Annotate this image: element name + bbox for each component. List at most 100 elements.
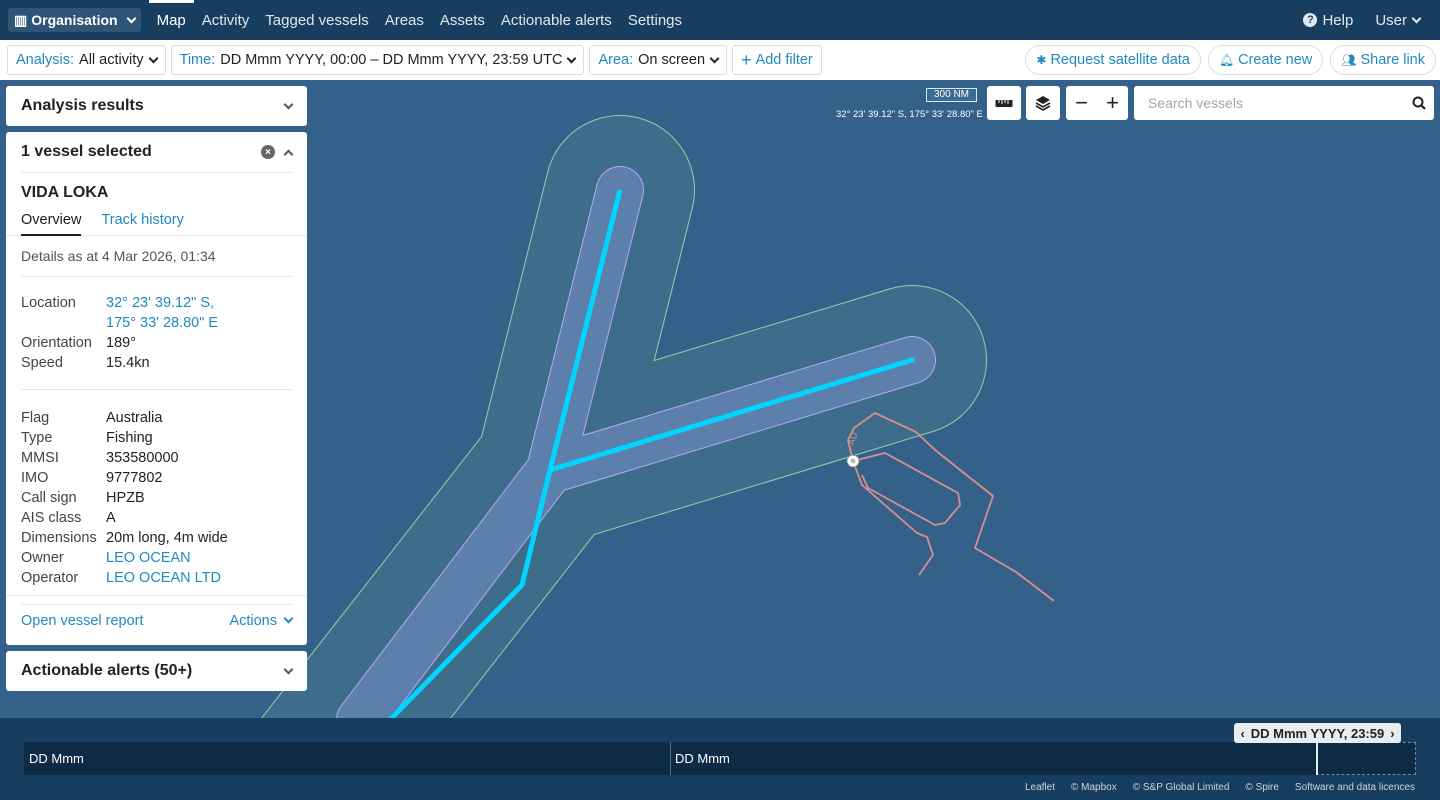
add-filter-button[interactable]: + Add filter	[732, 45, 822, 75]
nav-link-actionable-alerts[interactable]: Actionable alerts	[493, 0, 620, 40]
actions-label: Actions	[229, 612, 277, 629]
timeline-divider	[670, 742, 671, 775]
create-new-label: Create new	[1238, 52, 1313, 68]
vessel-selected-header[interactable]: 1 vessel selected ×	[6, 132, 307, 172]
request-satellite-data-button[interactable]: ✱ Request satellite data	[1025, 45, 1201, 75]
actions-dropdown[interactable]: Actions	[229, 612, 294, 629]
location-link[interactable]: 32° 23' 39.12" S, 175° 33' 28.80" E	[106, 293, 218, 333]
detail-value: 15.4kn	[106, 355, 150, 371]
detail-row-mmsi: MMSI 353580000	[21, 448, 292, 468]
detail-key: Owner	[21, 550, 64, 566]
open-vessel-report-link[interactable]: Open vessel report	[21, 613, 144, 629]
timeline-current-marker	[1316, 743, 1318, 775]
users-icon: 👥︎	[1341, 53, 1357, 67]
nav-link-areas[interactable]: Areas	[377, 0, 432, 40]
detail-row-dimensions: Dimensions 20m long, 4m wide	[21, 528, 292, 548]
operator-link[interactable]: LEO OCEAN LTD	[106, 568, 221, 588]
detail-value: 189°	[106, 335, 136, 351]
nav-link-activity[interactable]: Activity	[194, 0, 258, 40]
attribution-sp-global[interactable]: © S&P Global Limited	[1133, 782, 1230, 793]
detail-key: Speed	[21, 355, 63, 371]
tab-overview[interactable]: Overview	[21, 212, 82, 236]
details-timestamp: Details as at 4 Mar 2026, 01:34	[21, 236, 292, 277]
chevron-down-icon	[148, 53, 158, 63]
share-link-label: Share link	[1360, 52, 1425, 68]
timeline-bar: DD Mmm DD Mmm ‹ DD Mmm YYYY, 23:59 › Lea…	[0, 718, 1440, 800]
area-filter-value: On screen	[638, 52, 706, 68]
chevron-up-icon[interactable]	[283, 149, 294, 159]
measure-button[interactable]	[987, 86, 1021, 120]
chevron-down-icon	[283, 613, 294, 624]
timeline-handle[interactable]: ‹ DD Mmm YYYY, 23:59 ›	[1234, 723, 1401, 743]
map-scale: 300 NM	[926, 88, 977, 102]
chevron-right-icon[interactable]: ›	[1390, 726, 1394, 741]
create-new-button[interactable]: 🔔︎ Create new	[1207, 45, 1324, 75]
analysis-filter[interactable]: Analysis: All activity	[7, 45, 166, 75]
help-icon: ?	[1303, 13, 1318, 27]
time-filter[interactable]: Time: DD Mmm YYYY, 00:00 – DD Mmm YYYY, …	[170, 45, 585, 75]
help-label: Help	[1322, 11, 1354, 29]
detail-key: Orientation	[21, 335, 92, 351]
organisation-label: Organisation	[31, 12, 118, 28]
vessel-position-group: Location 32° 23' 39.12" S, 175° 33' 28.8…	[21, 277, 292, 390]
detail-value: Fishing	[106, 430, 153, 446]
zoom-out-button[interactable]: −	[1066, 86, 1097, 120]
timeline-track[interactable]: DD Mmm DD Mmm	[24, 742, 1416, 775]
analysis-filter-value: All activity	[79, 52, 144, 68]
layers-button[interactable]	[1026, 86, 1060, 120]
owner-link[interactable]: LEO OCEAN	[106, 548, 191, 568]
nav-link-map[interactable]: Map	[148, 0, 194, 40]
help-link[interactable]: ? Help	[1303, 12, 1353, 29]
vessel-search	[1134, 86, 1434, 120]
nav-link-settings[interactable]: Settings	[620, 0, 690, 40]
attribution-mapbox[interactable]: © Mapbox	[1071, 782, 1117, 793]
detail-key: Operator	[21, 570, 79, 586]
vessel-selected-panel: 1 vessel selected × VIDA LOKA Overview T…	[6, 132, 307, 645]
time-filter-label: Time:	[179, 52, 216, 68]
search-icon[interactable]	[1404, 96, 1434, 110]
tab-track-history[interactable]: Track history	[101, 212, 183, 236]
detail-value: 9777802	[106, 470, 163, 486]
detail-key: Call sign	[21, 490, 77, 506]
detail-value: Australia	[106, 410, 163, 426]
main-nav-links: Map Activity Tagged vessels Areas Assets…	[148, 0, 690, 40]
detail-key: Dimensions	[21, 530, 97, 546]
area-filter[interactable]: Area: On screen	[589, 45, 728, 75]
detail-value: A	[106, 510, 116, 526]
attribution-leaflet[interactable]: Leaflet	[1025, 782, 1055, 793]
chevron-left-icon[interactable]: ‹	[1240, 726, 1244, 741]
attribution-spire[interactable]: © Spire	[1245, 782, 1279, 793]
building-icon: ▥	[14, 11, 28, 28]
detail-row-orientation: Orientation 189°	[21, 333, 292, 353]
search-input[interactable]	[1148, 87, 1404, 119]
analysis-filter-label: Analysis:	[16, 52, 75, 68]
timeline-label-start: DD Mmm	[29, 751, 84, 766]
vessel-marker-dot	[850, 458, 856, 464]
location-lon: 175° 33' 28.80" E	[106, 315, 219, 331]
detail-value: 20m long, 4m wide	[106, 530, 228, 546]
user-menu[interactable]: User	[1375, 12, 1422, 29]
analysis-results-header[interactable]: Analysis results	[6, 86, 307, 126]
share-link-button[interactable]: 👥︎ Share link	[1330, 45, 1436, 75]
chevron-down-icon	[283, 664, 294, 674]
vessel-panel-footer: Open vessel report Actions	[6, 595, 307, 645]
bell-icon: 🔔︎	[1218, 53, 1235, 67]
vessel-selected-title: 1 vessel selected	[21, 143, 152, 160]
clear-selection-icon[interactable]: ×	[261, 145, 275, 159]
organisation-dropdown[interactable]: ▥ Organisation	[8, 8, 141, 32]
nav-link-assets[interactable]: Assets	[432, 0, 493, 40]
plus-icon: +	[741, 50, 752, 70]
actionable-alerts-header[interactable]: Actionable alerts (50+)	[6, 651, 307, 691]
attribution-licences[interactable]: Software and data licences	[1295, 782, 1415, 793]
detail-key: IMO	[21, 470, 49, 486]
add-filter-label: Add filter	[755, 52, 813, 68]
zoom-in-button[interactable]: +	[1097, 86, 1128, 120]
chevron-down-icon	[283, 99, 294, 109]
detail-row-imo: IMO 9777802	[21, 468, 292, 488]
satellite-icon: ✱	[1036, 53, 1047, 67]
ruler-icon	[995, 100, 1013, 107]
chevron-down-icon	[709, 53, 720, 63]
timeline-label-mid: DD Mmm	[675, 751, 730, 766]
detail-row-location: Location 32° 23' 39.12" S, 175° 33' 28.8…	[21, 293, 292, 333]
nav-link-tagged-vessels[interactable]: Tagged vessels	[257, 0, 376, 40]
